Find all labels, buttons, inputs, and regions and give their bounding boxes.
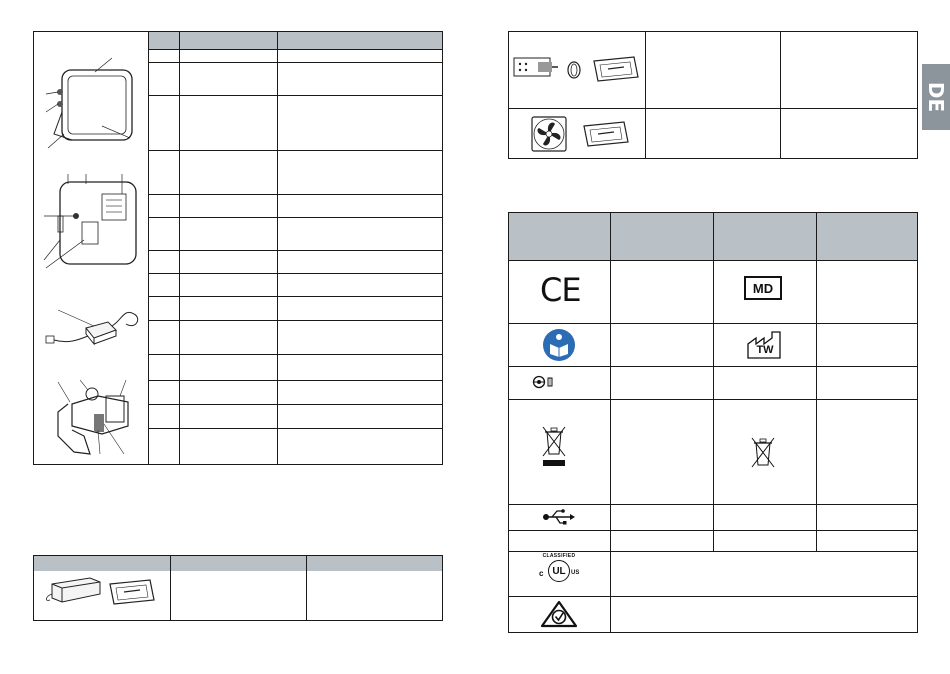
parts-col-divider-1 [148,32,149,464]
monitor-back-illustration [43,174,137,269]
ul-c-label: c [539,569,544,578]
read-manual-icon [543,329,575,361]
symbols-col-divider [713,212,714,551]
parts-row-separator [148,62,442,63]
ul-classified-mark: CLASSIFIED UL c US [536,553,582,589]
language-tab-label: DE [924,81,949,113]
parts-row-separator [148,95,442,96]
parts-col-divider-2 [179,32,180,464]
parts-row-separator [148,404,442,405]
parts-table-border-bottom [33,464,443,465]
quick-guide-card-icon [109,579,155,605]
usb-icon [543,509,575,525]
ce-mark: CE [540,271,582,309]
symbols-table-border-right [917,212,918,633]
symbols-col-divider [610,212,611,551]
acc-table-col-divider-2 [780,31,781,159]
language-tab-de: DE [922,64,950,130]
acc-table-border-top [508,31,918,32]
acc-table-border-right [917,31,918,159]
weee-bin-bar-icon [542,426,566,466]
symbols-col-divider-first [610,551,611,633]
acc-table-col-divider-1 [645,31,646,159]
battery-table-divider-1 [170,555,171,621]
battery-table-divider-2 [306,555,307,621]
rcm-mark-icon [540,600,578,628]
ul-circle: UL [548,560,570,582]
quick-guide-card-icon-2 [593,56,639,82]
weee-bin-icon [751,437,775,468]
parts-table-border-right [442,31,443,465]
parts-row-separator [148,150,442,151]
monitor-illustration [45,57,133,149]
battery-table-border-bottom [33,620,443,621]
parts-row-separator [148,250,442,251]
md-symbol-label: MD [752,280,774,296]
ul-mid-label: UL [552,565,566,577]
parts-table-header [148,32,442,49]
ul-top-label: CLASSIFIED [542,553,576,559]
parts-table-border-left [33,31,34,465]
parts-row-separator [148,49,442,50]
ring-icon [567,61,581,79]
quick-guide-card-icon-3 [583,121,629,147]
parts-row-separator [148,296,442,297]
power-adapter-illustration [45,309,139,346]
parts-row-separator [148,194,442,195]
parts-row-separator [148,217,442,218]
acc-table-border-left [508,31,509,159]
sensor-module-icon [513,57,558,77]
battery-table-border-left [33,555,34,621]
acc-table-row-divider [508,108,918,109]
md-symbol: MD [744,276,782,300]
parts-row-separator [148,273,442,274]
battery-table-header [34,556,442,571]
symbols-row-separator [508,596,918,597]
mount-clamp-illustration [57,379,129,455]
battery-table-border-right [442,555,443,621]
symbols-col-divider [816,212,817,551]
dc-polarity-icon [532,375,553,389]
parts-row-separator [148,320,442,321]
fan-icon [531,116,567,152]
symbols-table-border-left [508,212,509,633]
acc-table-border-bottom [508,158,918,159]
parts-row-separator [148,380,442,381]
battery-illustration [46,577,101,603]
parts-row-separator [148,354,442,355]
ul-us-label: US [571,570,580,576]
parts-row-separator [148,428,442,429]
symbols-row-separator [508,551,918,552]
symbols-table-border-bottom [508,632,918,633]
parts-col-divider-3 [277,32,278,464]
manufacture-country-label: TW [756,344,774,356]
